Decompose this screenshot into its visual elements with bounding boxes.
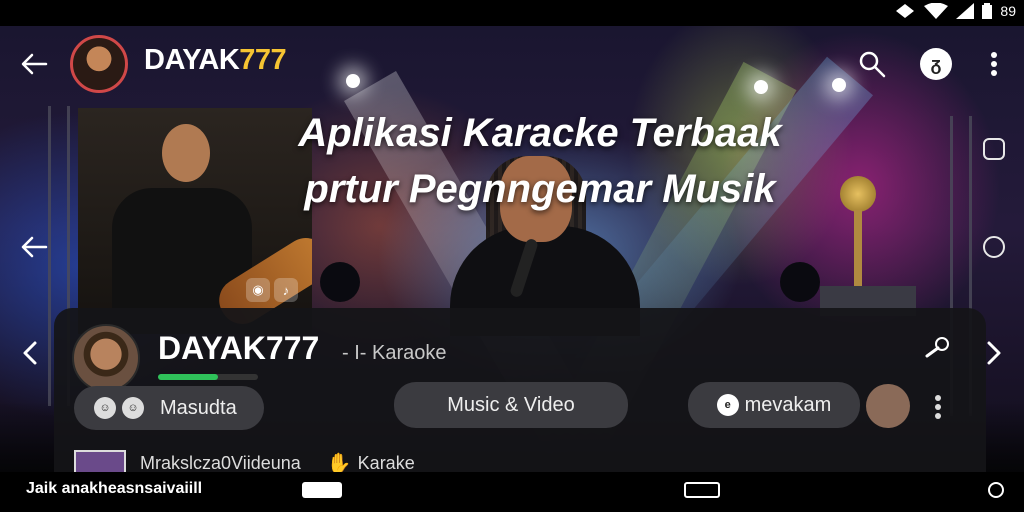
chevron-left-icon[interactable] xyxy=(22,340,38,366)
user-avatar-small[interactable] xyxy=(866,384,910,428)
right-pill[interactable]: e mevakam xyxy=(688,382,860,428)
artist-sheet: DAYAK777 - I- Karaoke ☺ ☺ Masudta Music … xyxy=(54,308,986,478)
app-title-part2: 777 xyxy=(239,44,287,76)
wifi-icon xyxy=(924,3,949,19)
nav-button-circle[interactable] xyxy=(988,482,1004,498)
status-icons: 89 xyxy=(894,3,1016,19)
list-item-action-label: Karake xyxy=(357,452,415,473)
nfc-icon xyxy=(896,4,915,18)
right-pill-icon: e xyxy=(716,394,739,416)
signal-icon xyxy=(956,3,975,19)
headline-line2: prtur Pegnngemar Musik xyxy=(304,167,776,211)
profile-button[interactable]: ᵹ xyxy=(920,48,952,80)
back-arrow-icon[interactable] xyxy=(18,48,50,80)
chip-icon-2: ☺ xyxy=(122,397,144,419)
status-bar: 89 xyxy=(0,0,1024,26)
artist-title: DAYAK777 xyxy=(158,330,320,366)
progress-bar xyxy=(158,374,258,380)
headline-line1: Aplikasi Karacke Terbaak xyxy=(298,111,782,155)
circle-nav-icon[interactable] xyxy=(983,236,1005,258)
app-title-part1: DAYAK xyxy=(144,44,240,76)
music-note-icon: ♪ xyxy=(274,278,298,302)
search-icon xyxy=(859,51,886,78)
more-vert-icon xyxy=(991,52,997,76)
disc-icon: ◉ xyxy=(246,278,270,302)
crowd-silhouette xyxy=(320,262,360,302)
guitarist-head xyxy=(162,124,210,182)
chip-left[interactable]: ☺ ☺ Masudta xyxy=(74,386,264,430)
app-title: DAYAK777 xyxy=(144,44,287,77)
battery-icon xyxy=(982,3,993,19)
music-video-label: Music & Video xyxy=(447,393,575,416)
artist-subtitle: - I- Karaoke xyxy=(342,342,447,364)
square-nav-icon[interactable] xyxy=(983,138,1005,160)
nav-button-recents[interactable] xyxy=(684,482,720,498)
list-item-label: Mrakslcza0Viideuna xyxy=(140,452,301,473)
sheet-more-vert-icon[interactable] xyxy=(934,394,942,420)
chevron-right-icon[interactable] xyxy=(986,340,1002,366)
search-button[interactable] xyxy=(856,48,888,80)
chip-icon-1: ☺ xyxy=(94,397,116,419)
bottom-text: Jaik anakheasnsaivaiill xyxy=(26,480,203,497)
chip-left-label: Masudta xyxy=(160,396,237,419)
microphone-icon[interactable] xyxy=(924,336,950,358)
nav-button-home[interactable] xyxy=(302,482,342,498)
bottom-nav-bar: Jaik anakheasnsaivaiill xyxy=(0,472,1024,512)
gong xyxy=(840,176,876,212)
profile-icon: ᵹ xyxy=(920,48,952,80)
crowd-silhouette xyxy=(780,262,820,302)
music-video-pill[interactable]: Music & Video xyxy=(394,382,628,428)
battery-text: 89 xyxy=(1000,3,1016,19)
progress-fill xyxy=(158,374,218,380)
artist-avatar[interactable] xyxy=(72,324,140,392)
app-avatar[interactable] xyxy=(70,35,128,93)
right-pill-label: mevakam xyxy=(744,393,832,416)
left-arrow-icon[interactable] xyxy=(20,234,48,260)
more-options-button[interactable] xyxy=(978,48,1010,80)
app-bar: DAYAK777 ᵹ xyxy=(0,30,1024,96)
